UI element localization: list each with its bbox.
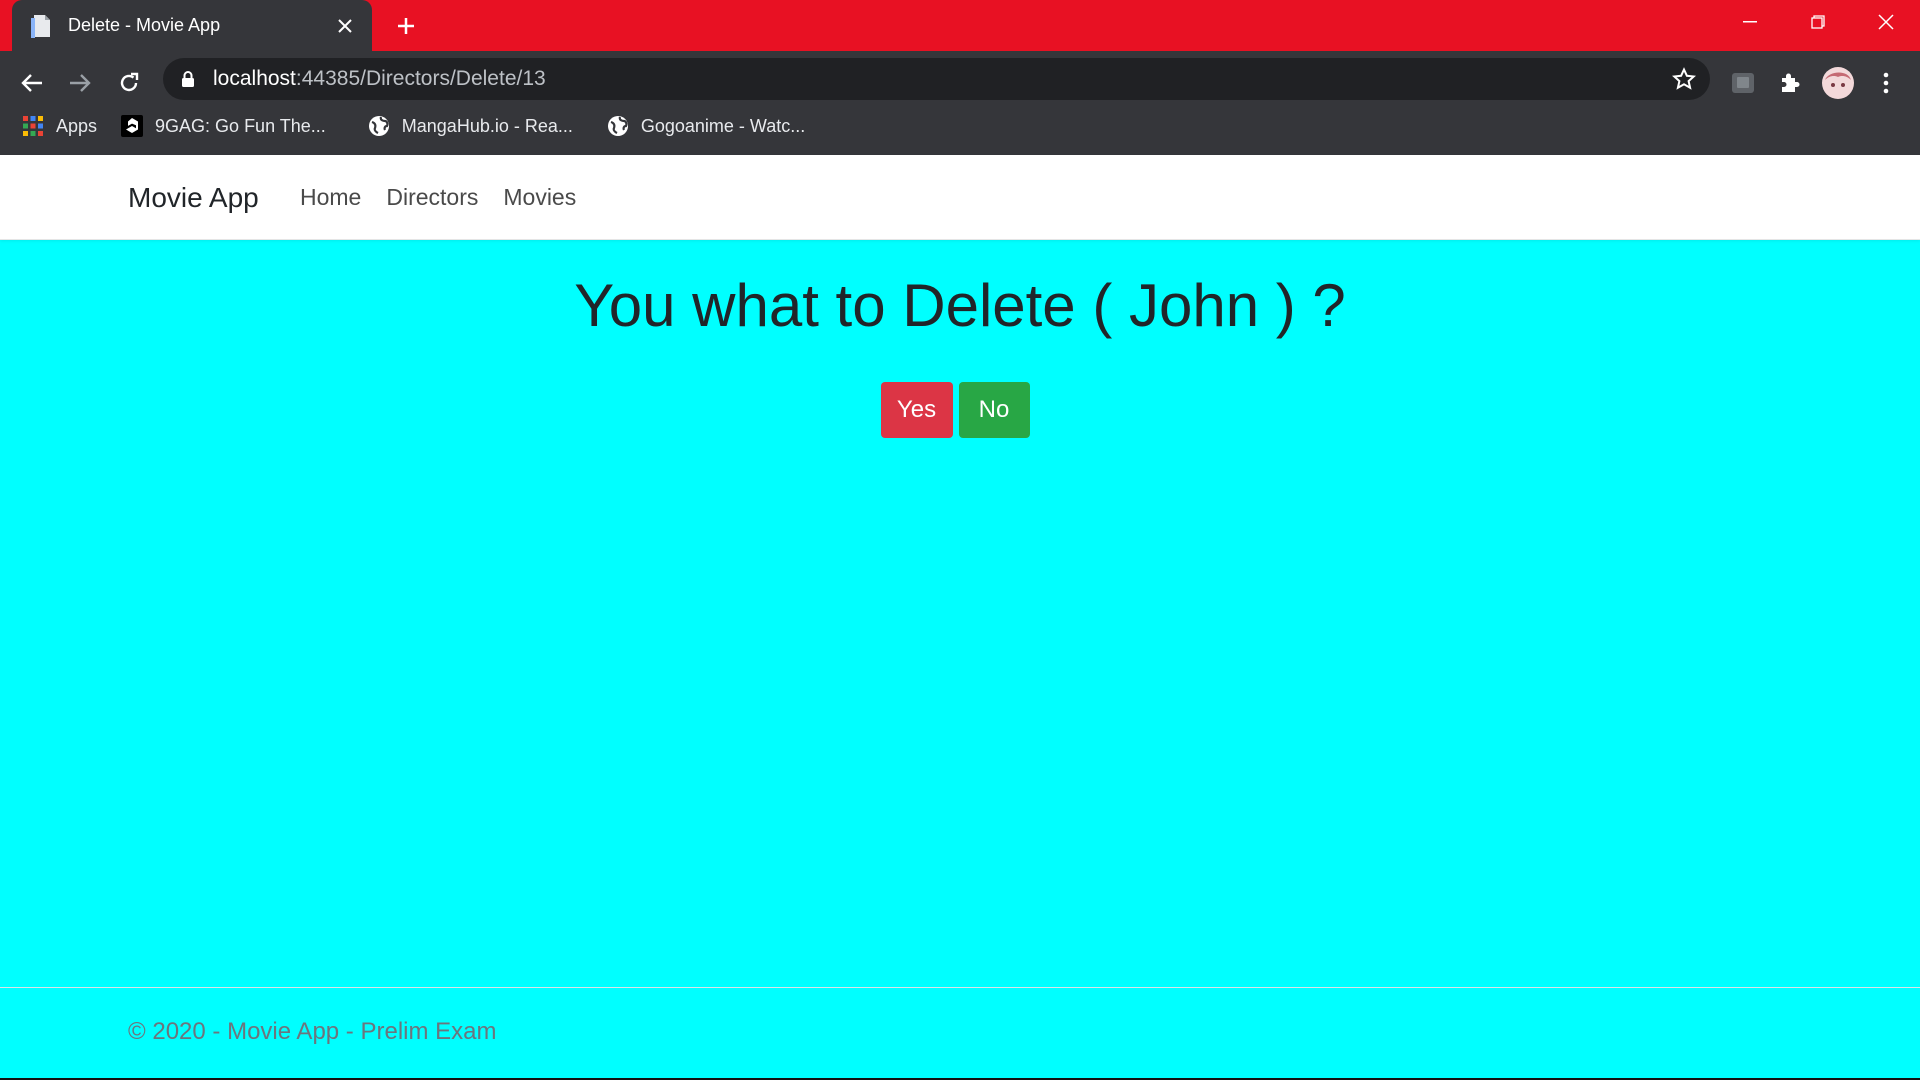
nav-link-directors[interactable]: Directors	[386, 184, 478, 211]
minimize-icon[interactable]	[1716, 0, 1784, 44]
footer-copyright: © 2020 - Movie App - Prelim Exam	[128, 1018, 497, 1045]
bookmark-9gag[interactable]: 9GAG: Go Fun The...	[113, 110, 334, 142]
back-arrow-icon[interactable]	[14, 65, 50, 101]
browser-menu-icon[interactable]	[1868, 65, 1904, 101]
address-bar[interactable]: localhost:44385/Directors/Delete/13	[163, 58, 1710, 100]
confirmation-actions: Yes No	[0, 382, 1920, 438]
bookmark-star-icon[interactable]	[1671, 67, 1697, 96]
restore-icon[interactable]	[1784, 0, 1852, 44]
bookmark-label: Apps	[56, 115, 98, 136]
browser-toolbar: localhost:44385/Directors/Delete/13 Apps	[0, 51, 1920, 156]
new-tab-button[interactable]	[390, 10, 422, 42]
globe-icon	[607, 115, 629, 137]
tab-close-icon[interactable]	[330, 11, 360, 41]
url-host: localhost	[213, 67, 296, 90]
no-button[interactable]: No	[958, 382, 1030, 438]
main-content: You what to Delete ( John ) ? Yes No	[0, 240, 1920, 438]
extension-icon[interactable]	[1725, 65, 1761, 101]
bookmark-label: 9GAG: Go Fun The...	[155, 115, 326, 136]
reload-icon[interactable]	[111, 65, 147, 101]
apps-grid-icon	[22, 115, 44, 137]
browser-tab-active[interactable]: Delete - Movie App	[12, 0, 372, 51]
nav-link-movies[interactable]: Movies	[503, 184, 576, 211]
navbar-brand[interactable]: Movie App	[128, 155, 259, 240]
bookmark-apps[interactable]: Apps	[14, 110, 105, 142]
page-favicon-icon	[29, 13, 55, 39]
url-path: :44385/Directors/Delete/13	[295, 67, 546, 90]
page-footer: © 2020 - Movie App - Prelim Exam	[0, 987, 1920, 1080]
browser-titlebar: Delete - Movie App	[0, 0, 1920, 51]
yes-button[interactable]: Yes	[880, 382, 953, 438]
9gag-icon	[121, 115, 144, 137]
forward-arrow-icon[interactable]	[62, 65, 98, 101]
window-controls	[1716, 0, 1920, 44]
bookmark-mangahub[interactable]: MangaHub.io - Rea...	[360, 110, 581, 142]
nav-link-home[interactable]: Home	[300, 184, 361, 211]
bookmark-label: Gogoanime - Watc...	[640, 115, 806, 136]
lock-icon[interactable]	[181, 70, 195, 93]
globe-icon	[368, 115, 390, 137]
nav-links: Home Directors Movies	[300, 155, 601, 240]
close-window-icon[interactable]	[1852, 0, 1920, 44]
delete-confirmation-heading: You what to Delete ( John ) ?	[574, 272, 1346, 339]
bookmark-gogoanime[interactable]: Gogoanime - Watc...	[599, 110, 813, 142]
profile-avatar[interactable]	[1820, 65, 1856, 101]
site-navbar: Movie App Home Directors Movies	[0, 155, 1920, 240]
tab-title: Delete - Movie App	[68, 15, 221, 35]
url-text[interactable]: localhost:44385/Directors/Delete/13	[213, 58, 546, 100]
bookmark-label: MangaHub.io - Rea...	[401, 115, 573, 136]
bookmarks-bar: Apps 9GAG: Go Fun The... MangaHub.io - R…	[0, 104, 1920, 148]
extensions-puzzle-icon[interactable]	[1772, 65, 1808, 101]
